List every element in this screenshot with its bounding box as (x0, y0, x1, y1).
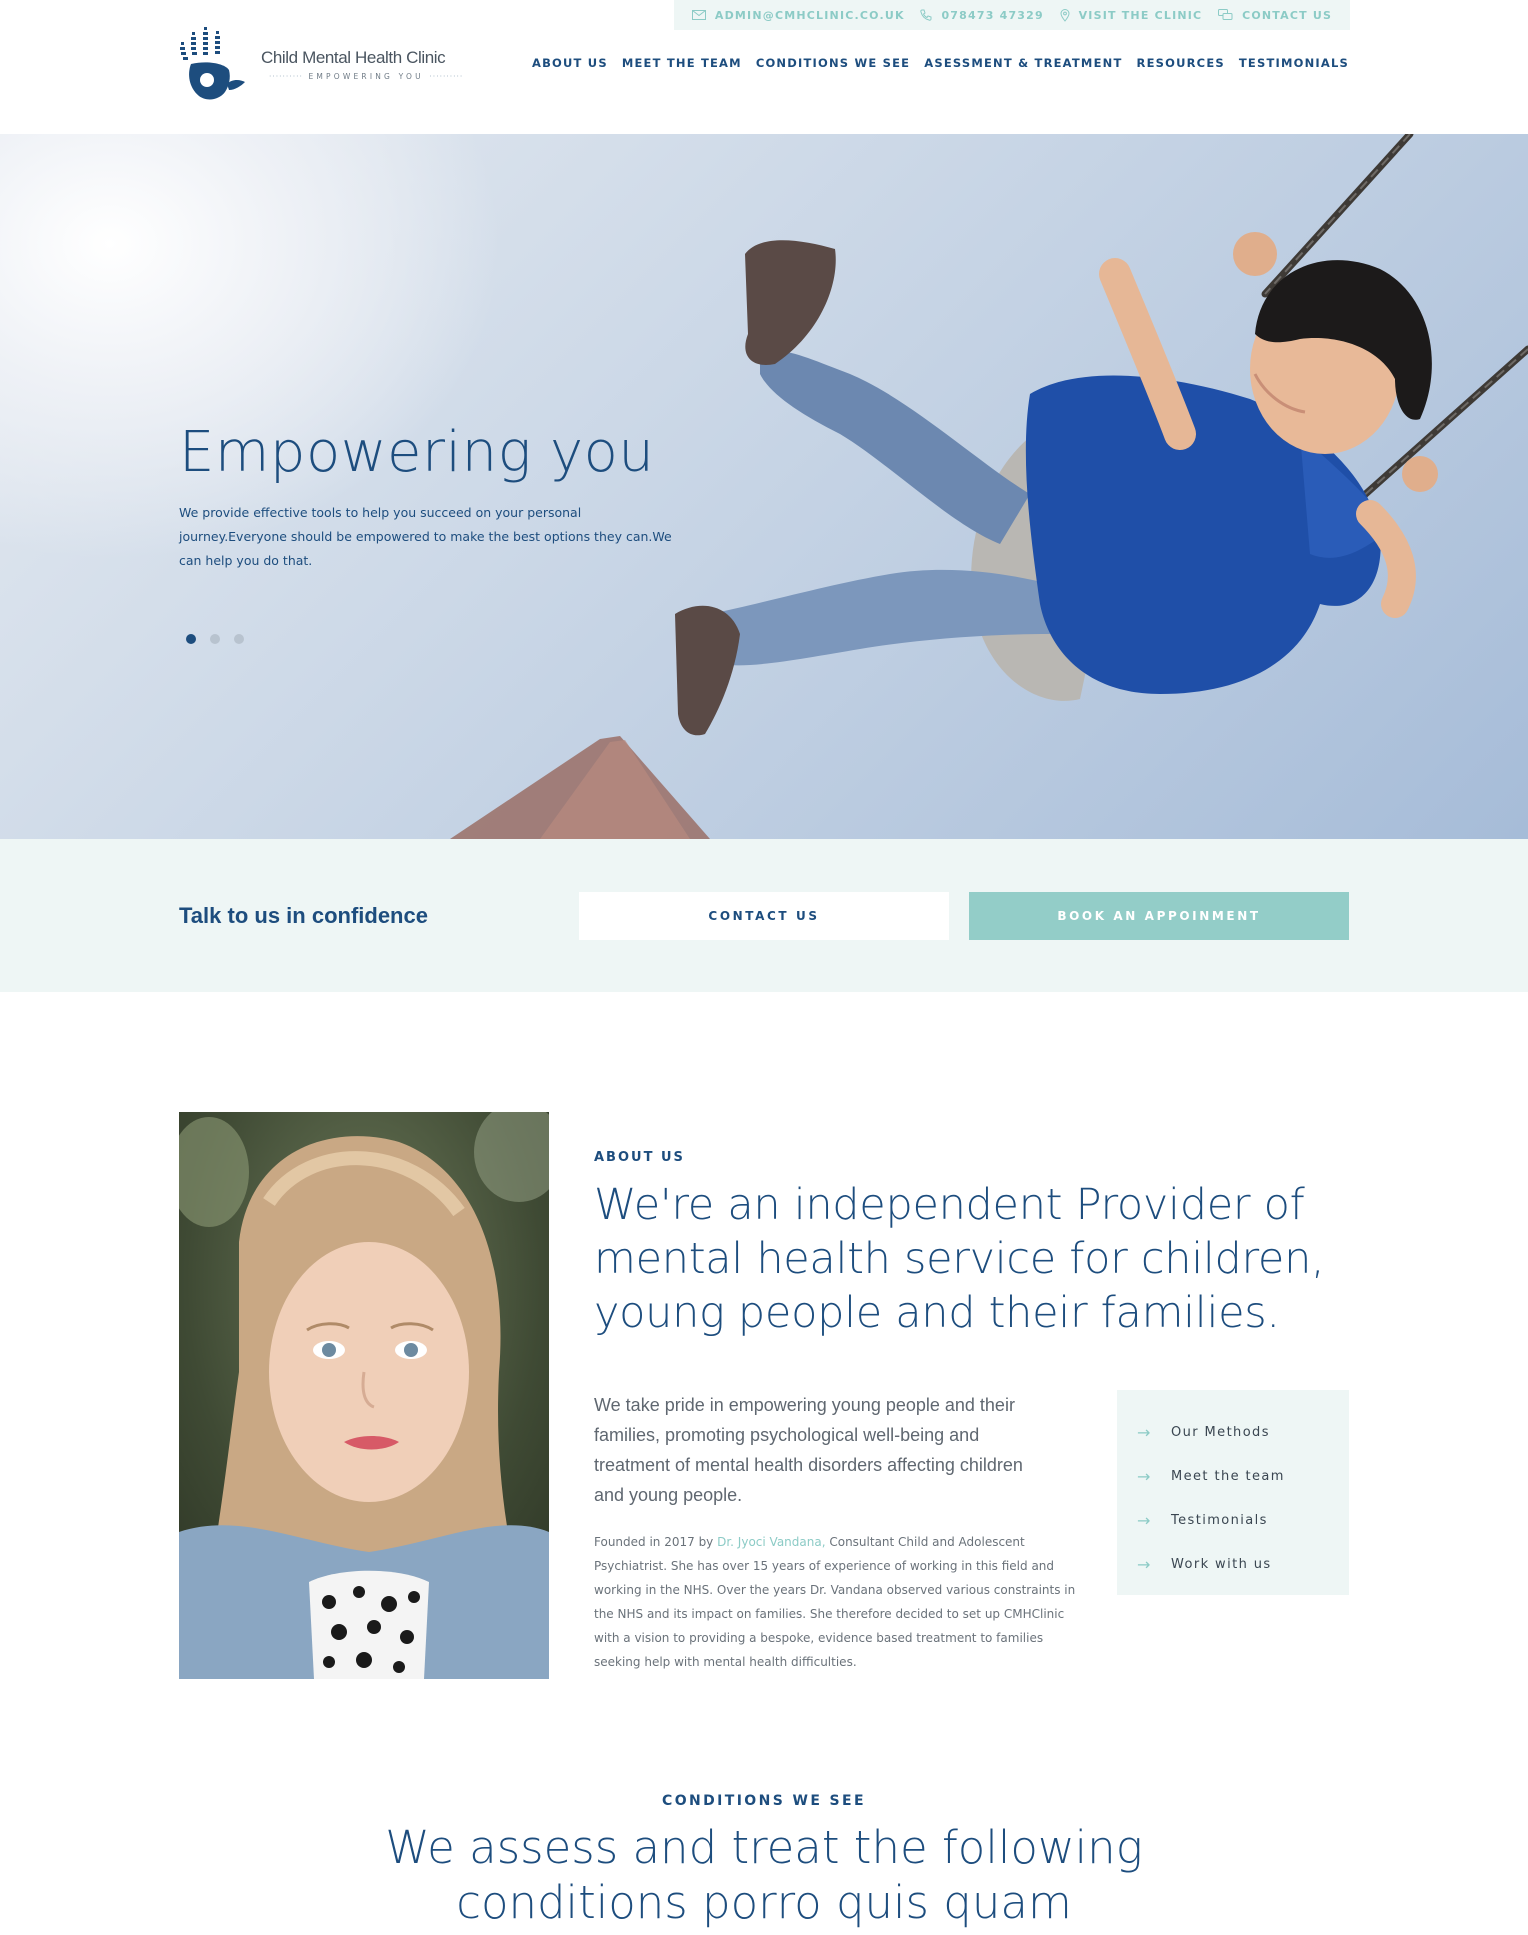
arrow-right-icon: → (1137, 1554, 1152, 1574)
topbar-email-text: ADMIN@CMHCLINIC.CO.UK (714, 8, 905, 22)
topbar-contact[interactable]: CONTACT US (1218, 9, 1332, 22)
nav-testimonials[interactable]: TESTIMONIALS (1239, 56, 1349, 70)
link-work-with-us[interactable]: → Work with us (1137, 1542, 1349, 1586)
topbar-contact-text: CONTACT US (1242, 8, 1333, 22)
about-founder-paragraph: Founded in 2017 by Dr. Jyoci Vandana, Co… (594, 1535, 1076, 1669)
cta-title: Talk to us in confidence (179, 903, 428, 928)
contact-topbar: ADMIN@CMHCLINIC.CO.UK 078473 47329 VISIT… (674, 0, 1350, 30)
conditions-section-label: CONDITIONS WE SEE (662, 1793, 866, 1809)
topbar-visit[interactable]: VISIT THE CLINIC (1060, 9, 1203, 22)
phone-icon (920, 9, 932, 21)
contact-cta-band: Talk to us in confidence CONTACT US BOOK… (0, 839, 1528, 992)
site-header: Child Mental Health Clinic ·········· EM… (0, 0, 1528, 134)
topbar-email[interactable]: ADMIN@CMHCLINIC.CO.UK (691, 8, 905, 22)
book-appointment-button[interactable]: BOOK AN APPOINMENT (969, 892, 1349, 940)
arrow-right-icon: → (1137, 1466, 1152, 1486)
arrow-right-icon: → (1137, 1510, 1152, 1530)
conditions-heading: We assess and treat the following condit… (385, 1821, 1143, 1929)
contact-us-button[interactable]: CONTACT US (579, 892, 949, 940)
topbar-phone-text: 078473 47329 (941, 8, 1044, 22)
about-section-label: ABOUT US (594, 1150, 685, 1165)
hero-title: Empowering you (179, 420, 655, 485)
logo-tagline: ·········· EMPOWERING YOU ·········· (269, 72, 464, 81)
hero-description: We provide effective tools to help you s… (179, 505, 672, 568)
about-girl-photo (179, 1112, 549, 1679)
nav-about-us[interactable]: ABOUT US (532, 56, 608, 70)
slider-dot-3[interactable] (234, 634, 244, 644)
about-quick-links: → Our Methods → Meet the team → Testimon… (1117, 1390, 1349, 1595)
main-navigation: ABOUT US MEET THE TEAM CONDITIONS WE SEE… (532, 56, 1349, 70)
topbar-visit-text: VISIT THE CLINIC (1078, 8, 1203, 22)
link-meet-the-team[interactable]: → Meet the team (1137, 1454, 1349, 1498)
site-logo[interactable]: Child Mental Health Clinic ·········· EM… (179, 24, 462, 106)
handprint-logo-icon (180, 27, 245, 100)
nav-assessment-treatment[interactable]: ASESSMENT & TREATMENT (924, 56, 1122, 70)
hero-slider: Empowering you We provide effective tool… (0, 134, 1528, 839)
slider-pagination (186, 634, 244, 644)
envelope-icon (691, 10, 706, 20)
slider-dot-2[interactable] (210, 634, 220, 644)
nav-conditions-we-see[interactable]: CONDITIONS WE SEE (756, 56, 910, 70)
nav-resources[interactable]: RESOURCES (1137, 56, 1225, 70)
nav-meet-the-team[interactable]: MEET THE TEAM (622, 56, 742, 70)
logo-name: Child Mental Health Clinic (261, 48, 446, 67)
about-heading: We're an independent Provider of mental … (594, 1180, 1325, 1338)
slider-dot-1[interactable] (186, 634, 196, 644)
chat-bubbles-icon (1218, 9, 1233, 20)
about-lead-paragraph: We take pride in empowering young people… (594, 1395, 1023, 1505)
map-pin-icon (1060, 8, 1070, 22)
link-our-methods[interactable]: → Our Methods (1137, 1410, 1349, 1454)
arrow-right-icon: → (1137, 1422, 1152, 1442)
hero-swing-photo (450, 134, 1528, 839)
topbar-phone[interactable]: 078473 47329 (920, 9, 1043, 22)
founder-link[interactable]: Dr. Jyoci Vandana, (717, 1535, 825, 1549)
link-testimonials[interactable]: → Testimonials (1137, 1498, 1349, 1542)
